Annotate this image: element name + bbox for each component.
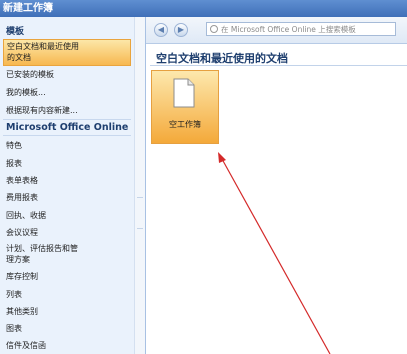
tile-label: 空工作簿 [169,120,201,129]
heading-divider [150,65,407,66]
sidebar-header: 模板 [6,27,25,37]
dialog-title: 新建工作簿 [0,0,407,17]
search-icon [210,25,218,33]
forward-arrow-icon[interactable]: ▶ [174,23,188,37]
sidebar-divider [3,135,131,136]
blank-document-icon [173,78,195,108]
online-section-header: Microsoft Office Online [6,122,129,133]
search-input[interactable] [221,23,393,35]
sidebar-item-plans[interactable]: 计划、评估报告和管 理方案 [6,243,131,265]
back-arrow-icon[interactable]: ◀ [154,23,168,37]
template-content-pane: ◀ ▶ 空白文档和最近使用的文档 空工作簿 [146,17,407,354]
sidebar-item-lists[interactable]: 列表 [6,289,131,300]
sidebar-item-agendas[interactable]: 会议议程 [6,227,131,238]
search-box[interactable] [206,22,396,36]
sidebar-item-letters[interactable]: 信件及信函 [6,340,131,351]
sidebar-item-reports[interactable]: 报表 [6,158,131,169]
sidebar-item-forms[interactable]: 表单表格 [6,175,131,186]
sidebar-divider [3,119,131,120]
sidebar-item-expense-reports[interactable]: 费用报表 [6,192,131,203]
sidebar-scrollbar[interactable] [134,17,145,354]
sidebar-item-blank-and-recent[interactable]: 空白文档和最近使用 的文档 [3,39,131,66]
sidebar-item-installed-templates[interactable]: 已安装的模板 [6,69,131,80]
scrollbar-grip[interactable] [137,197,143,229]
blank-workbook-tile[interactable]: 空工作簿 [151,70,219,144]
toolbar: ◀ ▶ [146,17,407,44]
sidebar-item-inventory[interactable]: 库存控制 [6,271,131,282]
section-heading: 空白文档和最近使用的文档 [156,52,288,65]
sidebar-item-new-from-existing[interactable]: 根据现有内容新建... [6,105,131,116]
sidebar-item-other[interactable]: 其他类别 [6,306,131,317]
sidebar-item-receipts[interactable]: 回执、收据 [6,210,131,221]
sidebar-item-featured[interactable]: 特色 [6,140,131,151]
sidebar-item-my-templates[interactable]: 我的模板... [6,87,131,98]
template-sidebar: 模板 空白文档和最近使用 的文档 已安装的模板 我的模板... 根据现有内容新建… [0,17,146,354]
sidebar-item-charts[interactable]: 图表 [6,323,131,334]
